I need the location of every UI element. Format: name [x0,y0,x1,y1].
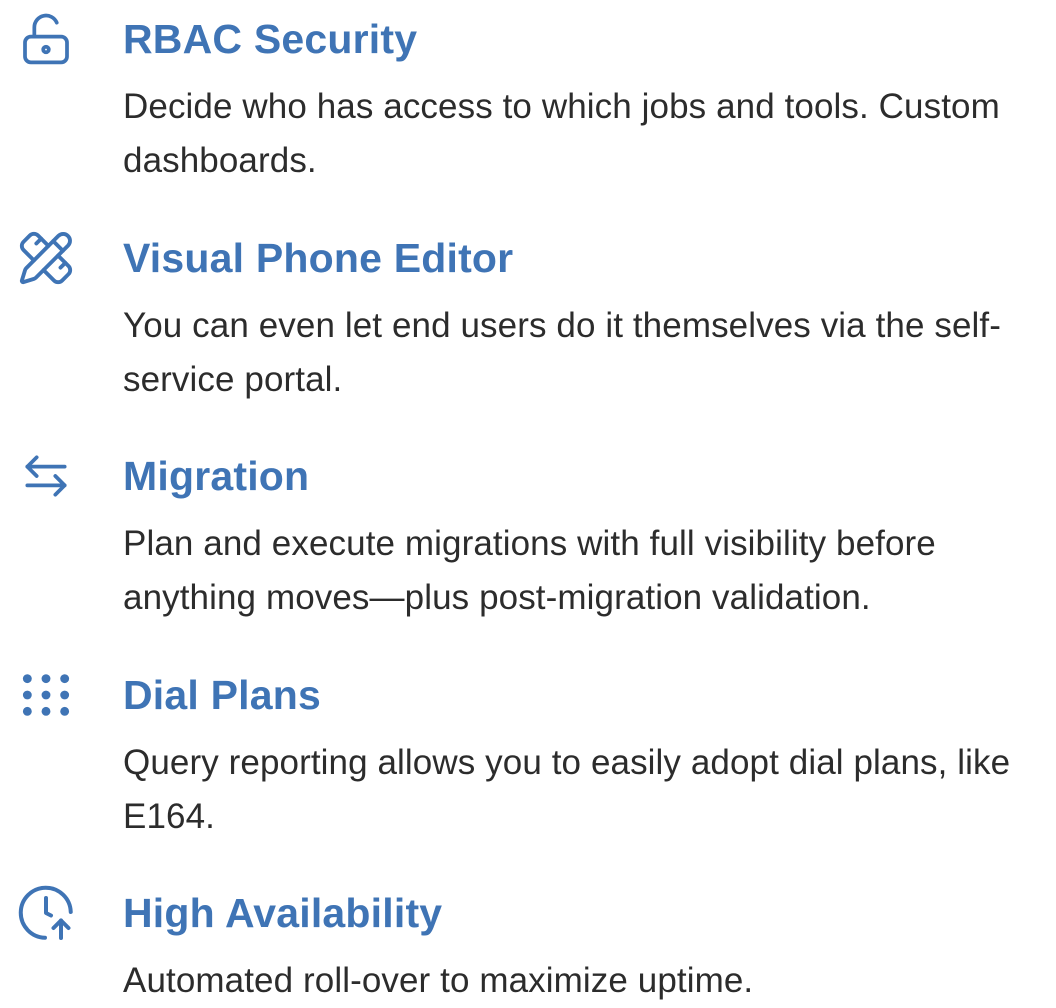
unlock-icon [14,7,78,71]
feature-description: Decide who has access to which jobs and … [123,87,1000,180]
dialpad-icon [14,663,78,727]
feature-description: Plan and execute migrations with full vi… [123,524,936,617]
feature-description: You can even let end users do it themsel… [123,306,1001,399]
feature-title: Migration [123,453,310,499]
feature-title: High Availability [123,890,443,936]
feature-title: Visual Phone Editor [123,235,514,281]
feature-title: Dial Plans [123,672,321,718]
feature-description: Automated roll-over to maximize uptime. [123,961,754,1000]
clock-up-icon [14,881,78,945]
arrows-exchange-icon [14,444,78,508]
feature-description: Query reporting allows you to easily ado… [123,743,1011,836]
feature-title: RBAC Security [123,16,418,62]
pencil-ruler-icon [14,226,78,290]
